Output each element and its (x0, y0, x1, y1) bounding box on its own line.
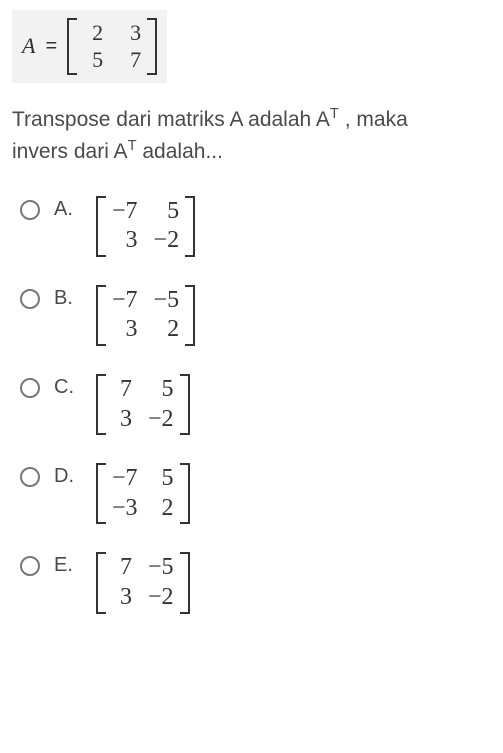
matrix-cells: −7 −5 3 2 (106, 285, 185, 346)
bracket-left-icon (96, 463, 106, 524)
bracket-left-icon (96, 285, 106, 346)
radio-A[interactable] (20, 200, 40, 220)
option-content: 7 5 3 −2 (96, 374, 190, 441)
matrix-option-B: −7 −5 3 2 (96, 285, 195, 346)
cell: 7 (112, 376, 132, 404)
option-D: D. −7 5 −3 2 (20, 463, 491, 530)
superscript-T: T (128, 138, 137, 154)
option-C: C. 7 5 3 −2 (20, 374, 491, 441)
bracket-right-icon (185, 196, 195, 257)
bracket-left-icon (96, 552, 106, 613)
bracket-right-icon (180, 463, 190, 524)
cell: 5 (154, 198, 180, 226)
cell: −3 (112, 495, 138, 523)
cell: 3 (112, 406, 132, 434)
radio-D[interactable] (20, 467, 40, 487)
bracket-left-icon (96, 374, 106, 435)
cell: 3 (121, 20, 141, 45)
matrix-cells: −7 5 3 −2 (106, 196, 185, 257)
bracket-right-icon (180, 374, 190, 435)
equation-row: A = 2 3 5 7 (22, 18, 157, 75)
matrix-option-E: 7 −5 3 −2 (96, 552, 190, 613)
cell: 2 (154, 316, 180, 344)
option-content: −7 −5 3 2 (96, 285, 195, 352)
variable-A: A (22, 33, 35, 59)
cell: 3 (112, 227, 138, 255)
radio-B[interactable] (20, 289, 40, 309)
question-text: Transpose dari matriks A adalah AT , mak… (12, 103, 491, 168)
q-part: invers dari A (12, 140, 128, 163)
matrix-option-A: −7 5 3 −2 (96, 196, 195, 257)
cell: −2 (148, 406, 174, 434)
bracket-right-icon (147, 18, 157, 75)
cell: 2 (83, 20, 103, 45)
q-part: Transpose dari matriks A adalah A (12, 108, 330, 131)
matrix-cells: 7 5 3 −2 (106, 374, 180, 435)
matrix-cells: 7 −5 3 −2 (106, 552, 180, 613)
matrix-A: 2 3 5 7 (67, 18, 157, 75)
option-content: −7 5 3 −2 (96, 196, 195, 263)
option-label: B. (54, 285, 82, 310)
cell: 7 (121, 47, 141, 72)
cell: −5 (154, 287, 180, 315)
bracket-left-icon (96, 196, 106, 257)
superscript-T: T (330, 106, 339, 122)
option-content: −7 5 −3 2 (96, 463, 190, 530)
cell: 5 (148, 376, 174, 404)
bracket-left-icon (67, 18, 77, 75)
cell: −7 (112, 465, 138, 493)
option-label: A. (54, 196, 82, 221)
matrix-option-D: −7 5 −3 2 (96, 463, 190, 524)
cell: 5 (83, 47, 103, 72)
matrix-cells: −7 5 −3 2 (106, 463, 180, 524)
cell: 3 (112, 584, 132, 612)
bracket-right-icon (185, 285, 195, 346)
option-label: D. (54, 463, 82, 488)
bracket-right-icon (180, 552, 190, 613)
cell: −2 (148, 584, 174, 612)
cell: 3 (112, 316, 138, 344)
option-content: 7 −5 3 −2 (96, 552, 190, 619)
cell: 5 (154, 465, 174, 493)
options-list: A. −7 5 3 −2 B. −7 −5 3 (12, 196, 491, 620)
option-label: E. (54, 552, 82, 577)
cell: −7 (112, 287, 138, 315)
q-part: adalah... (137, 140, 223, 163)
matrix-cells: 2 3 5 7 (77, 18, 147, 75)
option-label: C. (54, 374, 82, 399)
radio-C[interactable] (20, 378, 40, 398)
cell: −2 (154, 227, 180, 255)
option-E: E. 7 −5 3 −2 (20, 552, 491, 619)
matrix-option-C: 7 5 3 −2 (96, 374, 190, 435)
radio-E[interactable] (20, 556, 40, 576)
cell: −5 (148, 554, 174, 582)
q-part: , maka (339, 108, 408, 131)
cell: 2 (154, 495, 174, 523)
option-A: A. −7 5 3 −2 (20, 196, 491, 263)
equals-sign: = (41, 35, 61, 58)
cell: 7 (112, 554, 132, 582)
option-B: B. −7 −5 3 2 (20, 285, 491, 352)
given-matrix-block: A = 2 3 5 7 (12, 10, 167, 83)
cell: −7 (112, 198, 138, 226)
